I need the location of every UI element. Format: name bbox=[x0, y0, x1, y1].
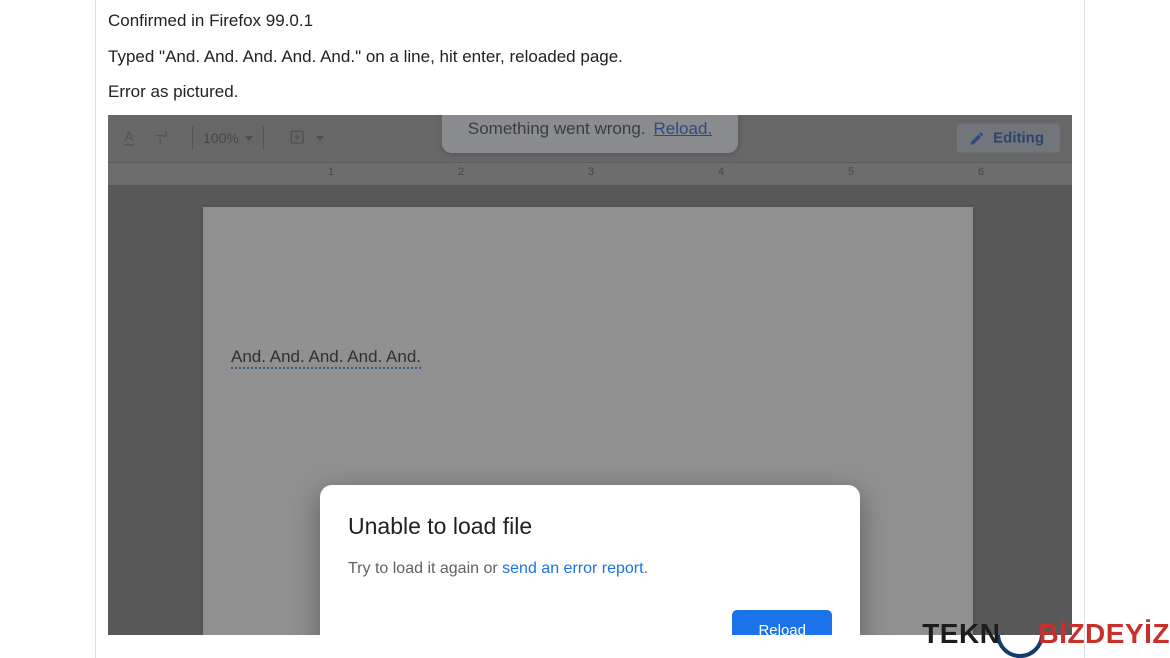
watermark-text-1: TEKN bbox=[922, 618, 1000, 650]
modal-title: Unable to load file bbox=[348, 513, 832, 540]
reload-button[interactable]: Reload bbox=[732, 610, 832, 635]
send-error-report-link[interactable]: send an error report bbox=[502, 560, 643, 577]
watermark-logo: TEKN BİZDEYİZ bbox=[922, 610, 1170, 658]
watermark-circle-icon bbox=[996, 610, 1044, 658]
comment-line-2: Typed "And. And. And. And. And." on a li… bbox=[108, 44, 1072, 70]
watermark-text-2: BİZDEYİZ bbox=[1038, 618, 1170, 650]
comment-line-3: Error as pictured. bbox=[108, 79, 1072, 105]
comment-line-1: Confirmed in Firefox 99.0.1 bbox=[108, 8, 1072, 34]
error-modal: Unable to load file Try to load it again… bbox=[320, 485, 860, 635]
docs-screenshot: 100% Editing Something went wrong. Reloa… bbox=[108, 115, 1072, 635]
modal-body: Try to load it again or send an error re… bbox=[348, 560, 832, 578]
